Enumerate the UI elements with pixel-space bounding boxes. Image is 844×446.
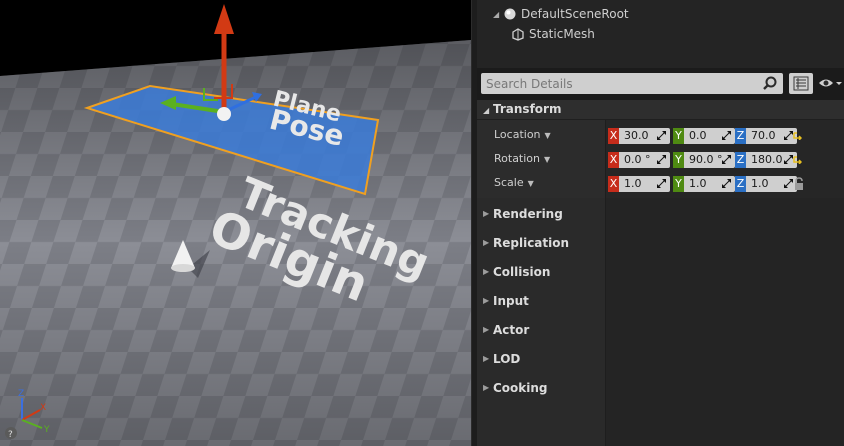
lock-icon[interactable]	[793, 177, 805, 191]
section-title: Transform	[493, 102, 562, 116]
category-replication[interactable]: ▶ Replication	[477, 229, 605, 257]
property-scale: Scale ▼ X 1.0 Y 1.0 Z 1.0	[477, 172, 844, 196]
view-options-button[interactable]	[817, 73, 844, 94]
property-rotation: Rotation ▼ X 0.0 ° Y 90.0 ° Z 180.0	[477, 148, 844, 172]
tree-item-label: StaticMesh	[529, 27, 595, 41]
categories-value-column	[605, 198, 844, 446]
spin-arrows-icon[interactable]	[722, 179, 731, 188]
scale-y-field[interactable]: Y 1.0	[673, 176, 735, 192]
category-input[interactable]: ▶ Input	[477, 287, 605, 315]
scale-x-field[interactable]: X 1.0	[608, 176, 670, 192]
search-box[interactable]	[481, 73, 783, 94]
spin-arrows-icon[interactable]	[657, 131, 666, 140]
scale-label[interactable]: Scale ▼	[494, 176, 534, 189]
location-label[interactable]: Location ▼	[494, 128, 551, 141]
spin-arrows-icon[interactable]	[784, 179, 793, 188]
expand-arrow-icon: ▶	[483, 383, 490, 392]
details-search-bar	[477, 68, 844, 100]
spin-arrows-icon[interactable]	[657, 179, 666, 188]
category-cooking[interactable]: ▶ Cooking	[477, 374, 605, 402]
spin-arrows-icon[interactable]	[784, 131, 793, 140]
scene-root-icon	[504, 8, 516, 20]
spin-arrows-icon[interactable]	[784, 155, 793, 164]
property-matrix-button[interactable]	[789, 73, 813, 94]
dropdown-arrow-icon[interactable]: ▼	[544, 155, 550, 164]
details-panel: ◢ DefaultSceneRoot StaticMesh Search Det…	[477, 0, 844, 446]
rotation-label[interactable]: Rotation ▼	[494, 152, 550, 165]
scale-z-field[interactable]: Z 1.0	[735, 176, 797, 192]
svg-text:Y: Y	[43, 425, 50, 435]
property-location: Location ▼ X 30.0 Y 0.0 Z 70.0	[477, 124, 844, 148]
spin-arrows-icon[interactable]	[722, 155, 731, 164]
category-lod[interactable]: ▶ LOD	[477, 345, 605, 373]
rotation-z-field[interactable]: Z 180.0	[735, 152, 797, 168]
expand-arrow-icon: ▶	[483, 325, 490, 334]
dropdown-arrow-icon[interactable]: ▼	[528, 179, 534, 188]
viewport-scene[interactable]: Plane Pose Tracking Origin Z X Y ?	[0, 0, 471, 446]
location-x-field[interactable]: X 30.0	[608, 128, 670, 144]
spin-arrows-icon[interactable]	[722, 131, 731, 140]
svg-text:Z: Z	[18, 389, 24, 399]
expand-arrow-icon: ▶	[483, 267, 490, 276]
location-z-field[interactable]: Z 70.0	[735, 128, 797, 144]
list-view-icon	[793, 76, 809, 91]
search-icon[interactable]	[763, 76, 777, 90]
tree-item-label: DefaultSceneRoot	[521, 7, 629, 21]
expand-arrow-icon: ▶	[483, 209, 490, 218]
expand-arrow-icon: ▶	[483, 238, 490, 247]
location-y-field[interactable]: Y 0.0	[673, 128, 735, 144]
search-input[interactable]	[486, 73, 756, 94]
category-collision[interactable]: ▶ Collision	[477, 258, 605, 286]
reset-to-default-icon[interactable]	[793, 131, 802, 140]
tree-item-static-mesh[interactable]: StaticMesh	[477, 24, 844, 44]
category-rendering[interactable]: ▶ Rendering	[477, 200, 605, 228]
category-actor[interactable]: ▶ Actor	[477, 316, 605, 344]
eye-icon	[819, 79, 842, 87]
dropdown-arrow-icon[interactable]: ▼	[545, 131, 551, 140]
svg-text:X: X	[40, 403, 46, 413]
svg-text:?: ?	[8, 430, 13, 440]
expand-arrow-icon: ▶	[483, 296, 490, 305]
level-viewport[interactable]: Plane Pose Tracking Origin Z X Y ?	[0, 0, 471, 446]
reset-to-default-icon[interactable]	[793, 155, 802, 164]
rotation-y-field[interactable]: Y 90.0 °	[673, 152, 735, 168]
collapse-arrow-icon[interactable]: ◢	[493, 10, 503, 19]
expand-arrow-icon: ▶	[483, 354, 490, 363]
collapse-arrow-icon: ◢	[483, 106, 490, 115]
tree-item-default-scene-root[interactable]: ◢ DefaultSceneRoot	[477, 4, 844, 24]
section-transform-header[interactable]: ◢ Transform	[477, 100, 844, 120]
static-mesh-icon	[512, 28, 524, 41]
gizmo-center[interactable]	[217, 107, 231, 121]
rotation-x-field[interactable]: X 0.0 °	[608, 152, 670, 168]
spin-arrows-icon[interactable]	[657, 155, 666, 164]
